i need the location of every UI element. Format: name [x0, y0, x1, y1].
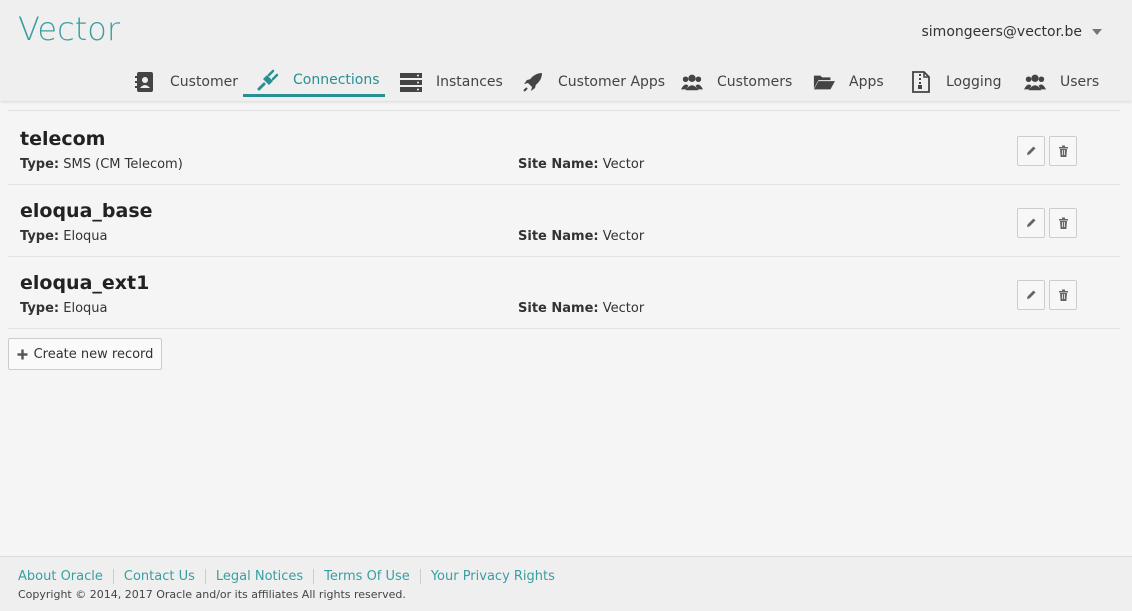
type-value: SMS (CM Telecom) — [63, 157, 183, 172]
plus-icon — [17, 349, 28, 359]
users-icon — [1024, 71, 1046, 93]
main-nav: Customer Connections Instances Customer … — [0, 66, 1132, 100]
brand-logo[interactable]: Vector — [18, 10, 120, 48]
page-footer: About Oracle Contact Us Legal Notices Te… — [0, 556, 1132, 611]
content-divider — [8, 110, 1120, 111]
tab-customer-apps[interactable]: Customer Apps — [522, 66, 665, 97]
caret-down-icon — [1092, 29, 1102, 35]
create-record-button[interactable]: Create new record — [8, 338, 162, 370]
trash-icon — [1058, 145, 1068, 157]
delete-button[interactable] — [1049, 136, 1077, 166]
tab-label: Logging — [946, 73, 1002, 90]
create-record-label: Create new record — [33, 346, 154, 362]
users-icon — [681, 71, 703, 93]
tab-label: Customers — [717, 73, 793, 90]
site-label: Site Name: — [518, 229, 599, 244]
site-value: Vector — [602, 157, 645, 172]
tab-connections[interactable]: Connections — [243, 66, 385, 97]
type-value: Eloqua — [63, 301, 108, 316]
record-title[interactable]: eloqua_ext1 — [20, 272, 149, 294]
footer-link-legal-notices[interactable]: Legal Notices — [204, 569, 313, 584]
server-icon — [400, 71, 422, 93]
tab-customers[interactable]: Customers — [681, 66, 792, 97]
record-row: eloqua_ext1 Type: Eloqua Site Name: Vect… — [8, 257, 1120, 329]
file-zip-icon — [910, 70, 932, 93]
tab-label: Customer — [170, 73, 239, 90]
tab-users[interactable]: Users — [1024, 66, 1099, 97]
user-menu[interactable]: simongeers@vector.be — [921, 24, 1102, 40]
plug-icon — [257, 69, 279, 91]
pencil-icon — [1027, 290, 1036, 299]
folder-open-icon — [813, 71, 835, 93]
tab-instances[interactable]: Instances — [400, 66, 503, 97]
tab-label: Connections — [293, 72, 380, 88]
site-label: Site Name: — [518, 301, 599, 316]
footer-link-privacy-rights[interactable]: Your Privacy Rights — [419, 569, 565, 584]
record-type: Type: Eloqua — [20, 229, 108, 244]
tab-apps[interactable]: Apps — [813, 66, 884, 97]
pencil-icon — [1027, 146, 1036, 155]
site-value: Vector — [602, 301, 645, 316]
site-label: Site Name: — [518, 157, 599, 172]
tab-label: Apps — [849, 73, 884, 90]
tab-label: Instances — [436, 73, 503, 90]
trash-icon — [1058, 289, 1068, 301]
type-value: Eloqua — [63, 229, 108, 244]
footer-link-contact-us[interactable]: Contact Us — [112, 569, 205, 584]
record-title[interactable]: eloqua_base — [20, 200, 153, 222]
record-site: Site Name: Vector — [518, 229, 644, 244]
app-header: Vector simongeers@vector.be Customer Con… — [0, 0, 1132, 101]
edit-button[interactable] — [1017, 208, 1045, 238]
tab-customer[interactable]: Customer — [134, 66, 238, 97]
record-type: Type: Eloqua — [20, 301, 108, 316]
tab-logging[interactable]: Logging — [910, 66, 1002, 97]
record-row: telecom Type: SMS (CM Telecom) Site Name… — [8, 113, 1120, 185]
pencil-icon — [1027, 218, 1036, 227]
site-value: Vector — [602, 229, 645, 244]
footer-links: About Oracle Contact Us Legal Notices Te… — [18, 569, 565, 584]
record-row: eloqua_base Type: Eloqua Site Name: Vect… — [8, 185, 1120, 257]
user-email: simongeers@vector.be — [921, 24, 1083, 40]
type-label: Type: — [20, 229, 60, 244]
edit-button[interactable] — [1017, 136, 1045, 166]
record-site: Site Name: Vector — [518, 301, 644, 316]
tab-label: Customer Apps — [558, 73, 666, 90]
footer-link-about-oracle[interactable]: About Oracle — [18, 569, 113, 584]
record-site: Site Name: Vector — [518, 157, 644, 172]
delete-button[interactable] — [1049, 280, 1077, 310]
rocket-icon — [522, 71, 544, 93]
type-label: Type: — [20, 301, 60, 316]
footer-link-terms-of-use[interactable]: Terms Of Use — [313, 569, 420, 584]
delete-button[interactable] — [1049, 208, 1077, 238]
trash-icon — [1058, 217, 1068, 229]
copyright-text: Copyright © 2014, 2017 Oracle and/or its… — [18, 588, 406, 601]
record-title[interactable]: telecom — [20, 128, 105, 150]
record-type: Type: SMS (CM Telecom) — [20, 157, 183, 172]
address-card-icon — [134, 71, 156, 93]
edit-button[interactable] — [1017, 280, 1045, 310]
type-label: Type: — [20, 157, 60, 172]
tab-label: Users — [1060, 73, 1100, 90]
